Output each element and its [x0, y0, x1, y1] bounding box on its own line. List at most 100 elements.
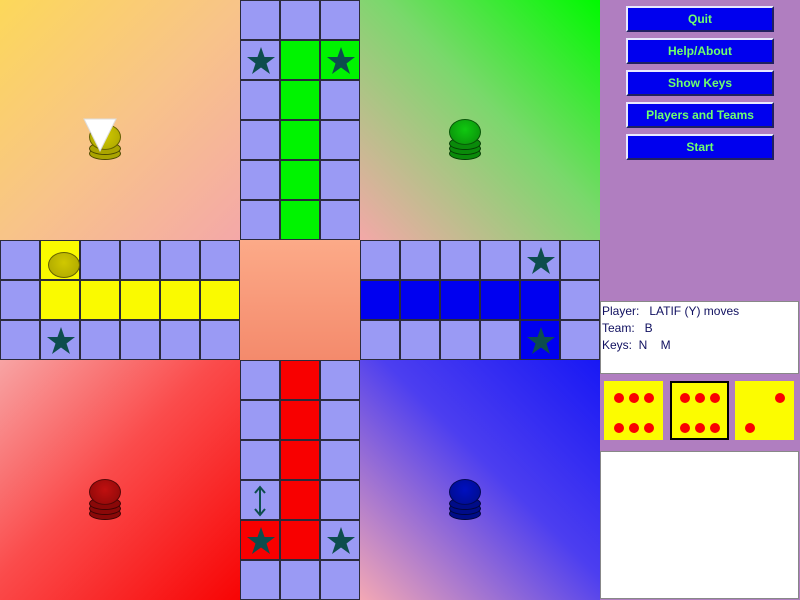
track-cell-blue[interactable] — [360, 280, 400, 320]
track-cell-green[interactable] — [280, 160, 320, 200]
track-cell[interactable] — [560, 240, 600, 280]
track-cell[interactable] — [480, 320, 520, 360]
track-cell[interactable] — [320, 200, 360, 240]
track-cell[interactable] — [280, 0, 320, 40]
track-cell-blue[interactable] — [480, 280, 520, 320]
track-cell[interactable] — [520, 240, 560, 280]
pawn-top — [89, 479, 121, 505]
triangle-pointer-icon — [83, 118, 117, 153]
track-cell[interactable] — [360, 240, 400, 280]
track-cell[interactable] — [400, 320, 440, 360]
die-pip — [629, 423, 639, 433]
track-cell[interactable] — [320, 0, 360, 40]
star-icon — [527, 247, 555, 274]
track-cell[interactable] — [240, 360, 280, 400]
track-cell-green[interactable] — [280, 200, 320, 240]
track-cell[interactable] — [480, 240, 520, 280]
track-cell[interactable] — [160, 240, 200, 280]
start-button[interactable]: Start — [626, 134, 774, 160]
track-cell[interactable] — [120, 240, 160, 280]
track-cell-green[interactable] — [280, 40, 320, 80]
track-cell[interactable] — [560, 320, 600, 360]
track-cell[interactable] — [0, 280, 40, 320]
track-cell-blue[interactable] — [520, 320, 560, 360]
track-cell-blue[interactable] — [520, 280, 560, 320]
keys-text: Keys: N M — [602, 338, 671, 352]
red-pawn-stack[interactable] — [89, 479, 121, 520]
track-cell[interactable] — [560, 280, 600, 320]
track-cell[interactable] — [240, 40, 280, 80]
track-cell-yellow[interactable] — [80, 280, 120, 320]
die-pip — [680, 393, 690, 403]
track-cell-blue[interactable] — [440, 280, 480, 320]
track-cell[interactable] — [320, 360, 360, 400]
blue-pawn-stack[interactable] — [449, 479, 481, 520]
track-cell[interactable] — [320, 440, 360, 480]
track-cell-red[interactable] — [240, 520, 280, 560]
current-player-text: Player: LATIF (Y) moves — [602, 304, 740, 318]
yellow-home-area[interactable] — [0, 0, 240, 240]
die-1[interactable] — [604, 381, 663, 440]
track-cell[interactable] — [240, 440, 280, 480]
sidebar: Quit Help/About Show Keys Players and Te… — [600, 0, 800, 600]
track-cell[interactable] — [40, 320, 80, 360]
track-cell[interactable] — [320, 400, 360, 440]
track-cell-red[interactable] — [280, 520, 320, 560]
track-cell[interactable] — [320, 160, 360, 200]
yellow-pawn-on-track[interactable] — [48, 252, 80, 278]
track-cell[interactable] — [200, 320, 240, 360]
track-cell[interactable] — [440, 240, 480, 280]
track-cell-green[interactable] — [280, 120, 320, 160]
track-cell-yellow[interactable] — [40, 280, 80, 320]
track-cell[interactable] — [240, 80, 280, 120]
track-cell-red[interactable] — [280, 480, 320, 520]
center-finish-area — [240, 240, 360, 360]
quit-button[interactable]: Quit — [626, 6, 774, 32]
die-pip — [614, 423, 624, 433]
track-cell-red[interactable] — [280, 440, 320, 480]
die-3[interactable] — [735, 381, 794, 440]
track-cell-green[interactable] — [320, 40, 360, 80]
track-cell[interactable] — [280, 560, 320, 600]
track-cell[interactable] — [240, 560, 280, 600]
green-pawn-stack[interactable] — [449, 119, 481, 160]
track-cell[interactable] — [360, 320, 400, 360]
track-cell[interactable] — [160, 320, 200, 360]
track-cell-red[interactable] — [280, 400, 320, 440]
track-cell[interactable] — [240, 120, 280, 160]
track-cell-red[interactable] — [280, 360, 320, 400]
help-about-button[interactable]: Help/About — [626, 38, 774, 64]
track-cell-yellow[interactable] — [120, 280, 160, 320]
track-cell[interactable] — [320, 560, 360, 600]
track-cell[interactable] — [400, 240, 440, 280]
track-cell[interactable] — [120, 320, 160, 360]
track-cell[interactable] — [200, 240, 240, 280]
die-pip — [695, 393, 705, 403]
track-cell[interactable] — [0, 320, 40, 360]
show-keys-button[interactable]: Show Keys — [626, 70, 774, 96]
track-cell-yellow[interactable] — [160, 280, 200, 320]
track-cell-yellow[interactable] — [200, 280, 240, 320]
players-and-teams-button[interactable]: Players and Teams — [626, 102, 774, 128]
track-cell[interactable] — [240, 160, 280, 200]
die-2[interactable] — [670, 381, 729, 440]
game-board[interactable] — [0, 0, 600, 600]
star-icon — [527, 327, 555, 354]
track-cell[interactable] — [0, 240, 40, 280]
track-cell[interactable] — [320, 80, 360, 120]
track-cell[interactable] — [320, 480, 360, 520]
track-cell-blue[interactable] — [400, 280, 440, 320]
track-cell[interactable] — [240, 400, 280, 440]
track-cell[interactable] — [440, 320, 480, 360]
track-cell[interactable] — [80, 240, 120, 280]
track-cell[interactable] — [240, 200, 280, 240]
track-cell[interactable] — [320, 120, 360, 160]
star-icon — [47, 327, 75, 354]
die-pip — [745, 423, 755, 433]
die-pip — [644, 423, 654, 433]
track-cell-green[interactable] — [280, 80, 320, 120]
track-cell[interactable] — [320, 520, 360, 560]
star-icon — [327, 527, 355, 554]
track-cell[interactable] — [240, 0, 280, 40]
track-cell[interactable] — [80, 320, 120, 360]
